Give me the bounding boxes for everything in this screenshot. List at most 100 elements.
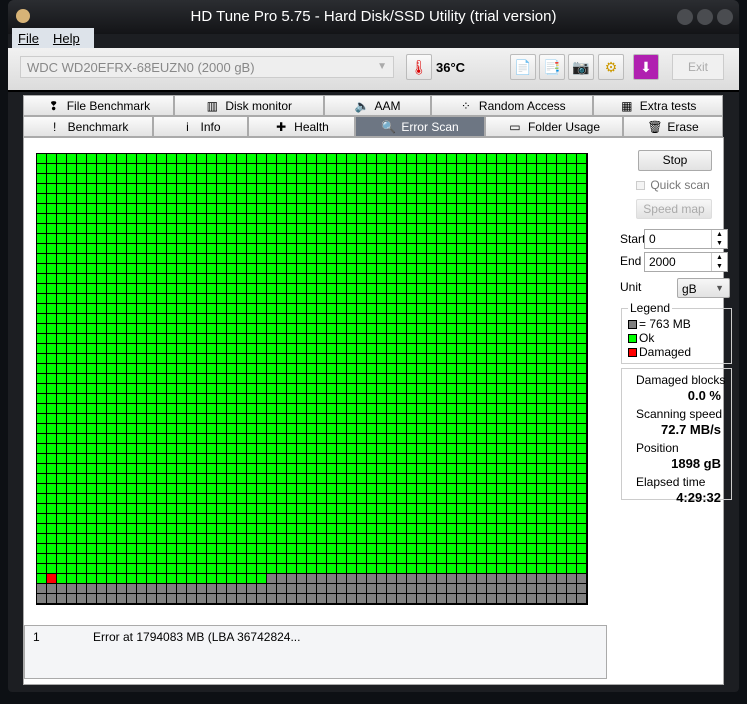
block-ok	[367, 184, 377, 194]
tab-health[interactable]: ✚ Health	[248, 116, 355, 137]
tab-aam[interactable]: 🔈 AAM	[323, 95, 432, 116]
start-field[interactable]: 0 ▲ ▼	[644, 229, 728, 249]
spinner-arrows-icon[interactable]: ▲ ▼	[711, 253, 727, 271]
block-ok	[277, 264, 287, 274]
block-ok	[517, 474, 527, 484]
block-ok	[497, 544, 507, 554]
block-ok	[217, 264, 227, 274]
block-ok	[317, 444, 327, 454]
minimize-button[interactable]	[677, 9, 693, 25]
block-ok	[67, 374, 77, 384]
block-ok	[217, 154, 227, 164]
error-log[interactable]: 1 Error at 1794083 MB (LBA 36742824...	[24, 625, 607, 679]
block-ok	[377, 414, 387, 424]
block-ok	[457, 434, 467, 444]
block-ok	[437, 384, 447, 394]
tab-error-scan[interactable]: 🔍 Error Scan	[355, 116, 485, 137]
block-ok	[497, 374, 507, 384]
block-ok	[347, 314, 357, 324]
block-ok	[107, 544, 117, 554]
block-unscanned	[357, 594, 367, 604]
block-unscanned	[417, 574, 427, 584]
block-ok	[557, 294, 567, 304]
block-ok	[537, 374, 547, 384]
block-ok	[67, 154, 77, 164]
end-field[interactable]: 2000 ▲ ▼	[644, 252, 728, 272]
unit-select[interactable]: gB ▼	[677, 278, 730, 298]
block-ok	[287, 374, 297, 384]
block-ok	[467, 184, 477, 194]
block-ok	[37, 224, 47, 234]
block-ok	[477, 224, 487, 234]
block-ok	[67, 294, 77, 304]
exit-button[interactable]: Exit	[672, 54, 724, 80]
menu-help[interactable]: Help	[53, 31, 80, 46]
tab-label: Error Scan	[401, 119, 459, 134]
block-ok	[517, 274, 527, 284]
block-ok	[437, 314, 447, 324]
tab-info[interactable]: i Info	[153, 116, 248, 137]
spinner-arrows-icon[interactable]: ▲ ▼	[711, 230, 727, 248]
tab-disk-monitor[interactable]: ▥ Disk monitor	[173, 95, 324, 116]
block-ok	[417, 494, 427, 504]
block-unscanned	[547, 574, 557, 584]
tab-file-benchmark[interactable]: ❢ File Benchmark	[23, 95, 174, 116]
block-ok	[477, 384, 487, 394]
block-ok	[247, 274, 257, 284]
block-ok	[187, 294, 197, 304]
block-ok	[137, 544, 147, 554]
block-ok	[507, 264, 517, 274]
tab-random-access[interactable]: ⁘ Random Access	[431, 95, 594, 116]
block-ok	[117, 474, 127, 484]
tab-extra-tests[interactable]: ▦ Extra tests	[593, 95, 723, 116]
block-ok	[517, 504, 527, 514]
menu-file[interactable]: File	[18, 31, 39, 46]
block-ok	[287, 404, 297, 414]
drive-select[interactable]: WDC WD20EFRX-68EUZN0 (2000 gB) ▼	[20, 56, 394, 78]
save-button[interactable]: ⬇	[633, 54, 659, 80]
block-ok	[277, 474, 287, 484]
block-map	[36, 153, 588, 605]
block-ok	[567, 194, 577, 204]
block-ok	[137, 404, 147, 414]
block-ok	[567, 334, 577, 344]
tab-benchmark[interactable]: ! Benchmark	[23, 116, 153, 137]
block-ok	[537, 454, 547, 464]
block-ok	[147, 164, 157, 174]
block-ok	[407, 294, 417, 304]
maximize-button[interactable]	[697, 9, 713, 25]
block-ok	[117, 214, 127, 224]
quick-scan-checkbox[interactable]	[636, 181, 645, 190]
tab-folder-usage[interactable]: ▭ Folder Usage	[485, 116, 623, 137]
block-unscanned	[577, 594, 587, 604]
block-ok	[507, 284, 517, 294]
block-ok	[77, 344, 87, 354]
block-ok	[507, 184, 517, 194]
block-ok	[97, 384, 107, 394]
block-ok	[377, 174, 387, 184]
close-button[interactable]	[717, 9, 733, 25]
block-ok	[87, 254, 97, 264]
block-ok	[257, 254, 267, 264]
block-ok	[197, 564, 207, 574]
block-ok	[557, 384, 567, 394]
block-ok	[227, 414, 237, 424]
block-ok	[547, 514, 557, 524]
speed-map-button[interactable]: Speed map	[636, 199, 712, 219]
copy-screenshot-button[interactable]: 📑	[539, 54, 565, 80]
block-ok	[107, 414, 117, 424]
block-ok	[197, 534, 207, 544]
stop-button[interactable]: Stop	[638, 150, 712, 171]
block-ok	[47, 244, 57, 254]
block-ok	[297, 564, 307, 574]
screenshot-button[interactable]: 📷	[568, 54, 594, 80]
block-ok	[197, 224, 207, 234]
block-ok	[187, 184, 197, 194]
tab-erase[interactable]: 🗑 Erase	[623, 116, 723, 137]
block-ok	[547, 264, 557, 274]
copy-text-button[interactable]: 📄	[510, 54, 536, 80]
block-ok	[517, 464, 527, 474]
log-row[interactable]: 1 Error at 1794083 MB (LBA 36742824...	[33, 630, 598, 644]
block-ok	[447, 354, 457, 364]
options-button[interactable]: ⚙	[598, 54, 624, 80]
